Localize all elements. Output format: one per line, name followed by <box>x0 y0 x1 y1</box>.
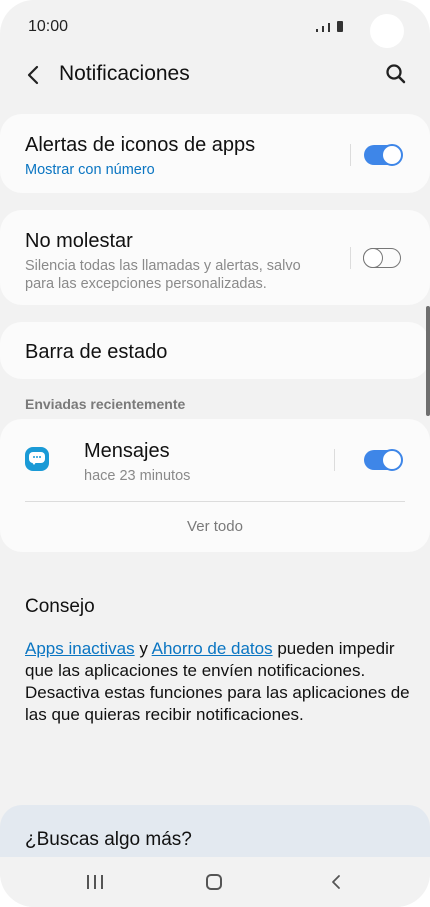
home-button[interactable] <box>206 874 222 890</box>
tip-connector: y <box>134 639 152 658</box>
status-time: 10:00 <box>28 18 69 35</box>
do-not-disturb-subtitle-1: Silencia todas las llamadas y alertas, s… <box>25 258 301 274</box>
app-icon-badges-row[interactable]: Alertas de iconos de apps Mostrar con nú… <box>0 114 430 193</box>
signal-icon <box>316 29 318 32</box>
camera-cutout <box>370 14 404 48</box>
back-button[interactable] <box>24 62 46 88</box>
tip-body: Apps inactivas y Ahorro de datos pueden … <box>25 638 410 726</box>
nav-back-icon <box>332 875 340 889</box>
do-not-disturb-title: No molestar <box>25 230 133 252</box>
battery-icon <box>337 21 343 32</box>
divider <box>334 449 335 471</box>
recent-app-time: hace 23 minutos <box>84 468 191 484</box>
status-bar-setting-title: Barra de estado <box>25 341 168 363</box>
recent-apps-button[interactable] <box>87 875 103 889</box>
inactive-apps-link[interactable]: Apps inactivas <box>25 639 135 658</box>
recently-sent-label: Enviadas recientemente <box>25 396 186 412</box>
recent-app-name[interactable]: Mensajes <box>84 440 170 463</box>
app-icon-badges-subtitle: Mostrar con número <box>25 162 155 178</box>
messages-notification-toggle[interactable] <box>364 449 403 471</box>
status-bar-setting-row[interactable]: Barra de estado <box>0 322 430 379</box>
divider <box>350 144 351 166</box>
phone-screen: 10:00 Notificaciones Alertas de iconos d… <box>0 0 430 907</box>
tip-title: Consejo <box>25 596 95 617</box>
do-not-disturb-row[interactable]: No molestar Silencia todas las llamadas … <box>0 210 430 305</box>
divider <box>25 501 405 502</box>
navigation-bar <box>0 857 430 907</box>
do-not-disturb-toggle[interactable] <box>362 247 401 268</box>
do-not-disturb-subtitle-2: para las excepciones personalizadas. <box>25 276 267 292</box>
signal-battery-icons <box>316 18 343 32</box>
data-saver-link[interactable]: Ahorro de datos <box>152 639 273 658</box>
search-icon <box>386 64 406 84</box>
back-arrow-icon <box>27 65 39 85</box>
messages-app-icon <box>25 447 49 471</box>
search-button[interactable] <box>384 62 408 86</box>
divider <box>350 247 351 269</box>
looking-for-more-title: ¿Buscas algo más? <box>25 829 192 850</box>
page-title: Notificaciones <box>59 62 190 85</box>
nav-back-button[interactable] <box>330 874 342 890</box>
app-icon-badges-title: Alertas de iconos de apps <box>25 134 256 156</box>
scrollbar[interactable] <box>426 306 430 416</box>
recent-apps-icon <box>87 875 89 889</box>
app-icon-badges-toggle[interactable] <box>364 144 403 166</box>
see-all-button[interactable]: Ver todo <box>0 518 430 535</box>
